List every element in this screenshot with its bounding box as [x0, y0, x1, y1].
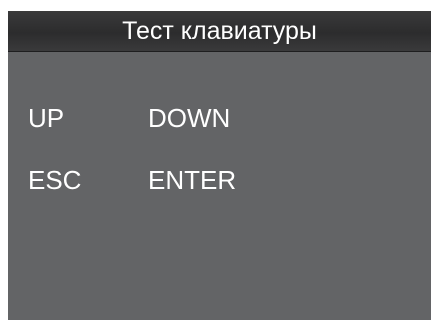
- key-up-label: UP: [28, 103, 65, 133]
- title-bar: Тест клавиатуры: [8, 11, 431, 52]
- key-esc-label: ESC: [28, 165, 82, 195]
- screen-title: Тест клавиатуры: [122, 17, 317, 45]
- keyboard-test-screen: Тест клавиатуры UP DOWN ESC ENTER: [8, 11, 431, 320]
- key-down-label: DOWN: [148, 103, 231, 133]
- key-enter-label: ENTER: [148, 165, 237, 195]
